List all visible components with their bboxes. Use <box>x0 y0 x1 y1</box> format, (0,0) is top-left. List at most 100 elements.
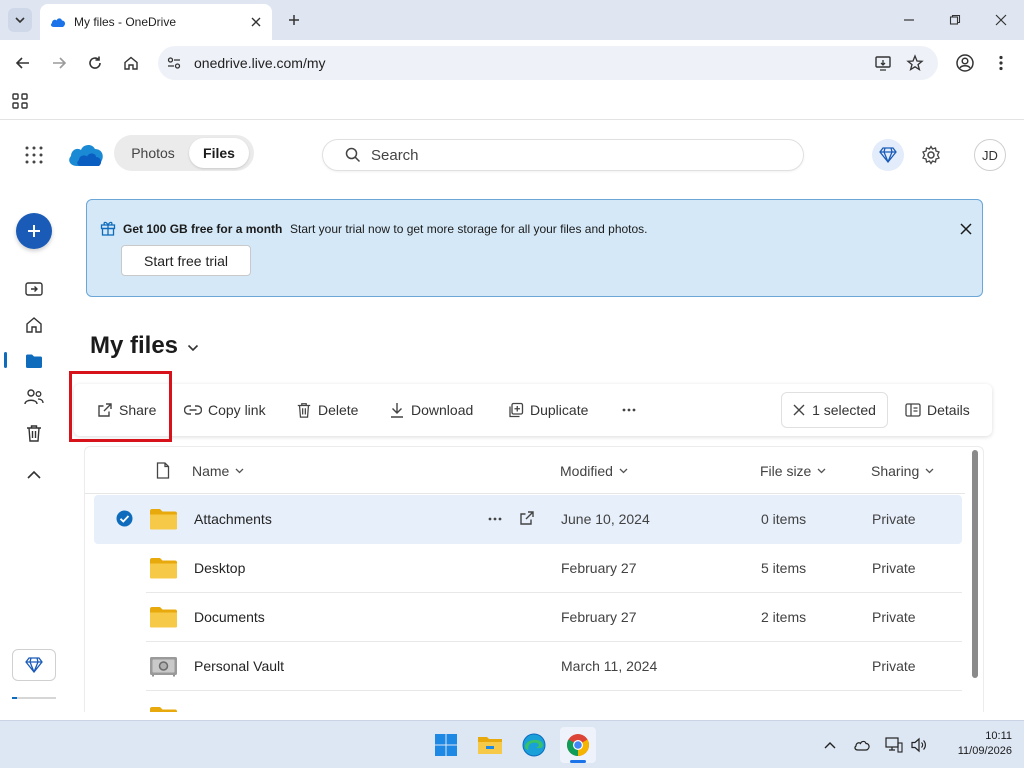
site-info-icon[interactable] <box>166 55 182 71</box>
table-row[interactable]: Documents February 27 2 items Private <box>94 593 962 642</box>
file-explorer-button[interactable] <box>472 727 508 763</box>
arrow-right-icon <box>53 57 67 69</box>
rail-collapse-button[interactable] <box>22 463 46 487</box>
view-switcher: Photos Files <box>114 135 254 171</box>
rail-my-files-button[interactable] <box>22 349 46 373</box>
download-icon <box>391 403 403 418</box>
settings-gear-icon[interactable] <box>921 145 941 165</box>
search-placeholder: Search <box>371 146 419 164</box>
minimize-icon <box>904 19 914 21</box>
restore-window-button[interactable] <box>935 6 975 34</box>
chevron-down-icon <box>817 468 826 474</box>
row-share-icon[interactable] <box>519 510 535 526</box>
volume-tray-button[interactable] <box>909 735 929 755</box>
row-more-actions-icon[interactable] <box>488 517 502 521</box>
apps-grid-icon[interactable] <box>12 93 28 109</box>
storage-usage-bar <box>12 697 56 699</box>
table-row[interactable] <box>94 691 962 712</box>
details-button[interactable]: Details <box>905 384 970 436</box>
create-new-button[interactable] <box>16 213 52 249</box>
search-icon <box>345 147 361 163</box>
table-row[interactable]: Personal Vault March 11, 2024 Private <box>94 642 962 691</box>
gift-icon <box>100 220 116 236</box>
row-name[interactable]: Desktop <box>194 560 245 576</box>
browser-toolbar: onedrive.live.com/my <box>0 40 1024 86</box>
profile-button[interactable] <box>950 48 980 78</box>
home-button[interactable] <box>116 48 146 78</box>
bookmark-star-icon[interactable] <box>906 54 924 72</box>
minimize-window-button[interactable] <box>889 6 929 34</box>
dismiss-banner-button[interactable] <box>957 220 975 238</box>
row-sharing: Private <box>872 560 916 576</box>
rail-import-button[interactable] <box>22 277 46 301</box>
account-avatar[interactable]: JD <box>974 139 1006 171</box>
file-type-icon[interactable] <box>156 462 170 479</box>
reload-button[interactable] <box>80 48 110 78</box>
premium-diamond-button[interactable] <box>872 139 904 171</box>
diamond-icon <box>25 657 43 673</box>
photos-tab[interactable]: Photos <box>117 138 189 168</box>
rail-recycle-bin-button[interactable] <box>22 421 46 445</box>
plus-icon <box>289 15 299 25</box>
selected-checkmark-icon[interactable] <box>116 510 133 527</box>
page-title[interactable]: My files <box>90 332 199 360</box>
row-sharing: Private <box>872 511 916 527</box>
new-tab-button[interactable] <box>282 8 306 32</box>
rail-home-button[interactable] <box>22 313 46 337</box>
start-free-trial-button[interactable]: Start free trial <box>121 245 251 276</box>
close-icon <box>793 404 805 416</box>
network-tray-button[interactable] <box>884 735 904 755</box>
copy-link-button[interactable]: Copy link <box>184 384 266 436</box>
tray-overflow-button[interactable] <box>820 735 840 755</box>
tab-search-button[interactable] <box>8 8 32 32</box>
close-window-button[interactable] <box>981 6 1021 34</box>
search-box[interactable]: Search <box>322 139 804 171</box>
start-button[interactable] <box>428 727 464 763</box>
chrome-browser-button[interactable] <box>560 727 596 763</box>
table-row[interactable]: Attachments June 10, 2024 0 items Privat… <box>94 495 962 544</box>
onedrive-logo-icon[interactable] <box>67 141 105 167</box>
files-tab[interactable]: Files <box>189 138 249 168</box>
row-name[interactable]: Personal Vault <box>194 658 284 674</box>
app-header: Photos Files Search JD <box>0 121 1024 189</box>
browser-menu-button[interactable] <box>986 48 1016 78</box>
row-name[interactable]: Documents <box>194 609 265 625</box>
delete-label: Delete <box>318 402 359 418</box>
download-label: Download <box>411 402 474 418</box>
clear-selection-button[interactable]: 1 selected <box>781 392 888 428</box>
row-name[interactable]: Attachments <box>194 511 272 527</box>
table-row[interactable]: Desktop February 27 5 items Private <box>94 544 962 593</box>
column-header-modified[interactable]: Modified <box>560 463 628 479</box>
forward-button[interactable] <box>44 48 74 78</box>
more-vertical-icon <box>999 55 1003 71</box>
rail-shared-button[interactable] <box>22 385 46 409</box>
details-pane-icon <box>905 403 921 417</box>
edge-browser-button[interactable] <box>516 727 552 763</box>
more-commands-button[interactable] <box>622 384 636 436</box>
onedrive-tray-button[interactable] <box>852 735 872 755</box>
close-tab-button[interactable] <box>244 10 268 34</box>
arrow-left-icon <box>15 57 29 69</box>
address-bar[interactable]: onedrive.live.com/my <box>158 46 938 80</box>
duplicate-button[interactable]: Duplicate <box>508 384 588 436</box>
system-clock[interactable]: 10:11 11/09/2026 <box>940 729 1012 759</box>
download-button[interactable]: Download <box>389 384 473 436</box>
column-header-name[interactable]: Name <box>192 463 244 479</box>
edge-icon <box>522 733 546 757</box>
rail-premium-button[interactable] <box>12 649 56 681</box>
file-list: Name Modified File size Sharing Attachme… <box>84 446 984 712</box>
install-app-icon[interactable] <box>874 54 892 72</box>
import-icon <box>25 282 43 296</box>
link-icon <box>184 405 202 415</box>
browser-tab[interactable]: My files - OneDrive <box>40 4 272 40</box>
column-header-file-size[interactable]: File size <box>760 463 826 479</box>
diamond-icon <box>879 147 897 163</box>
delete-button[interactable]: Delete <box>296 384 358 436</box>
start-icon <box>435 734 457 756</box>
column-header-sharing[interactable]: Sharing <box>871 463 934 479</box>
row-modified: June 10, 2024 <box>561 511 650 527</box>
banner-title: Get 100 GB free for a month <box>123 222 283 236</box>
vertical-scrollbar[interactable] <box>972 450 978 678</box>
app-launcher-icon[interactable] <box>25 146 43 164</box>
back-button[interactable] <box>8 48 38 78</box>
